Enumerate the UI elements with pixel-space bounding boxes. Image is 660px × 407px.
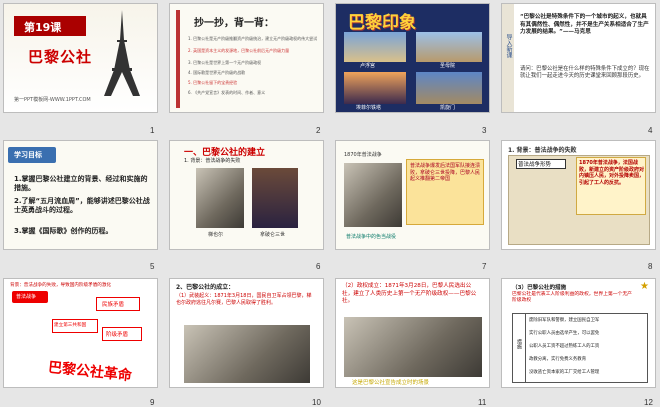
table-row: 废除旧军队和警察，建立国民自卫军 bbox=[529, 318, 600, 323]
list-item: 1. 巴黎公社是无产阶级推翻资产阶级统治，建立无产阶级政权的伟大尝试 bbox=[188, 36, 318, 41]
slide-number-11: 11 bbox=[478, 398, 487, 407]
slide-title: 巴黎公社 bbox=[28, 48, 93, 66]
street-scene-photo bbox=[184, 325, 310, 383]
slide-number-5: 5 bbox=[150, 262, 155, 271]
table-row: 没收逃亡资本家的工厂交给工人管理 bbox=[529, 370, 600, 375]
slide-number-1: 1 bbox=[150, 126, 155, 135]
slide-number-3: 3 bbox=[482, 126, 487, 135]
portrait-caption: 拿破仑三世 bbox=[260, 232, 286, 238]
photo-arc-de-triomphe bbox=[416, 72, 482, 104]
slide-heading: 抄一抄，背一背： bbox=[194, 18, 274, 29]
slide-thumbnail-7[interactable]: 1870年普法战争 普法战争爆发后法国军队接连溃败，拿破仑三世投降，巴黎人民起义… bbox=[335, 140, 490, 250]
photo-caption: 凯旋门 bbox=[440, 105, 456, 111]
list-item: 6. 《共产党宣言》发表的时间、作者、意义 bbox=[188, 90, 266, 95]
flow-label: 民族矛盾 bbox=[102, 302, 125, 308]
slide-thumbnail-1[interactable]: 第19课 巴黎公社 第一PPT模板网-WWW.1PPT.COM bbox=[3, 3, 158, 113]
body-text: （2）政权成立：1871年3月28日，巴黎人民选出公社，建立了人类历史上第一个无… bbox=[342, 283, 477, 305]
slide-banner: 1870年普法战争 bbox=[344, 152, 382, 158]
slide-thumbnail-4[interactable]: 导入新课 “巴黎公社是特殊条件下的一个城市的起义，也就具有其偶然性、偶然性，并不… bbox=[501, 3, 656, 113]
slide-number-10: 10 bbox=[312, 398, 321, 407]
list-item: 4. 国际歌是世界无产阶级的战歌 bbox=[188, 70, 246, 75]
sidebar-stripe bbox=[502, 4, 514, 112]
eiffel-tower-icon bbox=[104, 10, 140, 96]
slide-number-8: 8 bbox=[648, 262, 653, 271]
slide-number-9: 9 bbox=[150, 398, 155, 407]
flow-label: 普法战争 bbox=[16, 294, 37, 300]
sidebar-bar bbox=[176, 10, 180, 108]
list-item: 3. 巴黎公社是世界上第一个无产阶级政权 bbox=[188, 60, 262, 65]
map-title: 普法战争形势 bbox=[518, 162, 552, 168]
lesson-number: 第19课 bbox=[24, 21, 62, 34]
slide-title: 巴黎印象 bbox=[348, 13, 416, 33]
battle-painting bbox=[344, 163, 402, 227]
callout-text: 1870年普法战争，法国战败，新建立的资产阶级政府对内镇压人民，对外投降卖国，引… bbox=[579, 160, 645, 186]
portrait-caption: 梯也尔 bbox=[208, 232, 224, 238]
table-side-label: 措施 bbox=[516, 339, 522, 349]
goal-item: 2.了解“五月流血周”，能够讲述巴黎公社战士英勇战斗的过程。 bbox=[14, 197, 150, 215]
star-icon: ★ bbox=[640, 281, 649, 292]
flow-label: 建立第三共和国 bbox=[54, 323, 87, 328]
photo-caption: 卢浮宫 bbox=[360, 63, 376, 69]
slide-number-12: 12 bbox=[644, 398, 653, 407]
photo-louvre bbox=[344, 32, 406, 62]
portrait-thiers bbox=[196, 168, 244, 228]
slide-footer: 这是巴黎公社宣告成立时的场景 bbox=[352, 380, 430, 386]
slide-heading: （3）巴黎公社的措施 bbox=[512, 285, 567, 291]
slide-number-6: 6 bbox=[316, 262, 321, 271]
slide-heading: 1. 背景：普法战争的失败 bbox=[508, 147, 577, 154]
list-item: 5. 巴黎公社留下的宝贵经验 bbox=[188, 80, 238, 85]
table-row: 公职人员工资不超过熟练工人的工资 bbox=[529, 344, 600, 349]
quote-text: “巴黎公社是特殊条件下的一个城市的起义，也就具有其偶然性、偶然性，并不是生产关系… bbox=[520, 14, 649, 36]
slide-heading: 背景：普法战争的失败，导致国内阶级矛盾的激化 bbox=[10, 283, 112, 288]
slide-subheading: 1. 背景：普法战争的失败 bbox=[184, 158, 241, 164]
note-text: 普法战争爆发后法国军队接连溃败，拿破仑三世投降，巴黎人民起义推翻第二帝国 bbox=[410, 163, 481, 182]
slide-thumbnail-9[interactable]: 背景：普法战争的失败，导致国内阶级矛盾的激化 普法战争 民族矛盾 建立第三共和国… bbox=[3, 278, 158, 388]
list-item: 2. 英国是资本主义的发源地，巴黎公社前后无产阶级力量 bbox=[188, 48, 290, 53]
portrait-napoleon-iii bbox=[252, 168, 298, 228]
body-text: （1）武装起义：1871年3月18日，国民自卫军占领巴黎，梯也尔政府逃往凡尔赛，… bbox=[176, 293, 312, 306]
slide-footer: 第一PPT模板网-WWW.1PPT.COM bbox=[14, 97, 91, 103]
table-row: 政教分离，实行免费义务教育 bbox=[529, 357, 587, 362]
slide-thumbnail-10[interactable]: 2、巴黎公社的成立： （1）武装起义：1871年3月18日，国民自卫军占领巴黎，… bbox=[169, 278, 324, 388]
slide-thumbnail-2[interactable]: 抄一抄，背一背： 1. 巴黎公社是无产阶级推翻资产阶级统治，建立无产阶级政权的伟… bbox=[169, 3, 324, 113]
photo-eiffel-tower bbox=[344, 72, 406, 104]
slide-sorter-grid: 第19课 巴黎公社 第一PPT模板网-WWW.1PPT.COM 1 抄一抄，背一… bbox=[0, 0, 660, 407]
slide-thumbnail-11[interactable]: （2）政权成立：1871年3月28日，巴黎人民选出公社，建立了人类历史上第一个无… bbox=[335, 278, 490, 388]
slide-footer: 普法战争中的色当战役 bbox=[346, 234, 397, 240]
question-text: 请问：巴黎公社是在什么样的特殊条件下成立的？现在就让我们一起走进今天的历史课堂来… bbox=[520, 66, 650, 80]
slide-heading: 2、巴黎公社的成立： bbox=[176, 284, 235, 291]
photo-caption: 圣母院 bbox=[440, 63, 456, 69]
slide-number-7: 7 bbox=[482, 262, 487, 271]
slide-thumbnail-6[interactable]: 一、巴黎公社的建立 1. 背景：普法战争的失败 梯也尔 拿破仑三世 bbox=[169, 140, 324, 250]
flow-label: 阶级矛盾 bbox=[106, 332, 129, 338]
big-title: 巴黎公社革命 bbox=[47, 359, 133, 385]
learning-goals-badge: 学习目标 bbox=[14, 151, 42, 159]
goal-item: 3.掌握《国际歌》创作的历程。 bbox=[14, 227, 113, 235]
slide-thumbnail-8[interactable]: 1. 背景：普法战争的失败 普法战争形势 1870年普法战争，法国战败，新建立的… bbox=[501, 140, 656, 250]
sidebar-label: 导入新课 bbox=[505, 34, 512, 58]
proclamation-photo bbox=[344, 317, 482, 377]
goal-item: 1.掌握巴黎公社建立的背景、经过和实施的措施。 bbox=[14, 175, 148, 193]
photo-notre-dame bbox=[416, 32, 482, 62]
photo-caption: 埃菲尔铁塔 bbox=[356, 105, 382, 111]
slide-thumbnail-12[interactable]: （3）巴黎公社的措施 ★ 巴黎公社是代表工人阶级利益的政权，世界上第一个无产阶级… bbox=[501, 278, 656, 388]
table-row: 实行公职人员由选举产生，可以罢免 bbox=[529, 331, 600, 336]
slide-number-4: 4 bbox=[648, 126, 653, 135]
body-text: 巴黎公社是代表工人阶级利益的政权，世界上第一个无产阶级政权 bbox=[512, 292, 632, 304]
slide-thumbnail-5[interactable]: 学习目标 1.掌握巴黎公社建立的背景、经过和实施的措施。 2.了解“五月流血周”… bbox=[3, 140, 158, 250]
slide-thumbnail-3[interactable]: 巴黎印象 卢浮宫 圣母院 埃菲尔铁塔 凯旋门 bbox=[335, 3, 490, 113]
slide-number-2: 2 bbox=[316, 126, 321, 135]
